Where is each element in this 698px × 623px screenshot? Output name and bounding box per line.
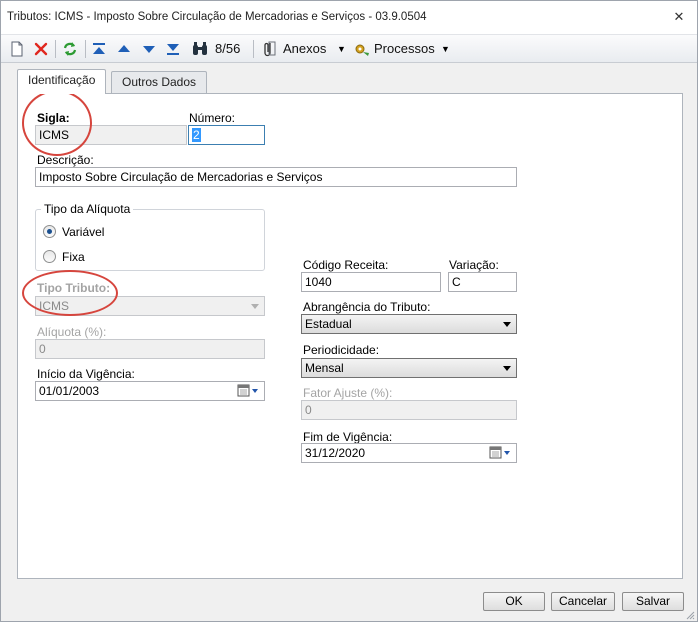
anexos-label: Anexos: [283, 41, 327, 56]
descricao-field[interactable]: Imposto Sobre Circulação de Mercadorias …: [35, 167, 517, 187]
calendar-icon[interactable]: [236, 383, 262, 399]
refresh-icon[interactable]: [61, 38, 79, 60]
toolbar: 8/56 Anexos ▼ Processos ▼: [1, 35, 697, 63]
toolbar-separator: [253, 40, 254, 58]
title-bar: Tributos: ICMS - Imposto Sobre Circulaçã…: [1, 1, 697, 35]
next-icon[interactable]: [141, 38, 157, 60]
inicio-vigencia-field[interactable]: 01/01/2003: [35, 381, 265, 401]
fim-vigencia-label: Fim de Vigência:: [303, 430, 393, 444]
descricao-label: Descrição:: [37, 153, 94, 167]
fator-ajuste-field[interactable]: 0: [301, 400, 517, 420]
numero-value: 2: [192, 128, 201, 142]
chevron-down-icon: [503, 322, 511, 327]
periodicidade-label: Periodicidade:: [303, 343, 380, 357]
aliquota-label: Alíquota (%):: [37, 325, 107, 339]
fim-vigencia-value: 31/12/2020: [305, 446, 366, 460]
new-icon[interactable]: [9, 38, 25, 60]
first-icon[interactable]: [91, 38, 107, 60]
fim-vigencia-field[interactable]: 31/12/2020: [301, 443, 517, 463]
periodicidade-value: Mensal: [305, 361, 344, 375]
codigo-receita-label: Código Receita:: [303, 258, 389, 272]
chevron-down-icon: ▼: [337, 44, 346, 54]
record-position: 8/56: [215, 41, 241, 56]
sigla-field[interactable]: ICMS: [35, 125, 187, 145]
calendar-icon[interactable]: [488, 445, 514, 461]
dialog-footer: OK Cancelar Salvar: [1, 583, 697, 621]
aliquota-field[interactable]: 0: [35, 339, 265, 359]
toolbar-separator: [85, 40, 86, 58]
radio-fixa-label[interactable]: Fixa: [62, 250, 85, 264]
tipo-tributo-label: Tipo Tributo:: [37, 281, 111, 295]
ok-button[interactable]: OK: [483, 592, 545, 611]
tipo-tributo-value: ICMS: [39, 299, 69, 313]
paperclip-icon: [261, 38, 277, 60]
numero-label: Número:: [189, 111, 236, 125]
resize-grip-icon[interactable]: [685, 609, 695, 620]
cancel-button[interactable]: Cancelar: [551, 592, 615, 611]
abrangencia-label: Abrangência do Tributo:: [303, 300, 431, 314]
radio-variavel[interactable]: [43, 225, 56, 238]
codigo-receita-field[interactable]: 1040: [301, 272, 441, 292]
content-area: Identificação Outros Dados Sigla: ICMS N…: [1, 63, 697, 583]
toolbar-separator: [55, 40, 56, 58]
window-title: Tributos: ICMS - Imposto Sobre Circulaçã…: [7, 11, 427, 23]
tab-outros-dados[interactable]: Outros Dados: [111, 71, 208, 93]
gear-process-icon: [353, 38, 371, 60]
chevron-down-icon: ▼: [441, 44, 450, 54]
radio-variavel-label[interactable]: Variável: [62, 225, 104, 239]
inicio-vigencia-value: 01/01/2003: [39, 384, 100, 398]
variacao-label: Variação:: [449, 258, 499, 272]
radio-fixa[interactable]: [43, 250, 56, 263]
chevron-down-icon: [251, 304, 259, 309]
tipo-aliquota-label: Tipo da Alíquota: [41, 202, 134, 216]
sigla-label: Sigla:: [37, 111, 70, 125]
save-button[interactable]: Salvar: [622, 592, 684, 611]
numero-field[interactable]: 2: [188, 125, 265, 145]
variacao-field[interactable]: C: [448, 272, 517, 292]
abrangencia-select[interactable]: Estadual: [301, 314, 517, 334]
inicio-vigencia-label: Início da Vigência:: [37, 367, 135, 381]
previous-icon[interactable]: [116, 38, 132, 60]
identificacao-panel: Sigla: ICMS Número: 2 Descrição: Imposto…: [17, 90, 683, 579]
fator-ajuste-label: Fator Ajuste (%):: [303, 386, 393, 400]
chevron-down-icon: [503, 366, 511, 371]
delete-icon[interactable]: [33, 38, 49, 60]
tipo-tributo-select[interactable]: ICMS: [35, 296, 265, 316]
close-button[interactable]: ✕: [669, 7, 689, 27]
dialog-window: Tributos: ICMS - Imposto Sobre Circulaçã…: [0, 0, 698, 622]
last-icon[interactable]: [165, 38, 181, 60]
abrangencia-value: Estadual: [305, 317, 352, 331]
binoculars-icon[interactable]: [191, 38, 209, 60]
processos-label: Processos: [374, 41, 435, 56]
tab-identificacao[interactable]: Identificação: [17, 69, 107, 94]
periodicidade-select[interactable]: Mensal: [301, 358, 517, 378]
